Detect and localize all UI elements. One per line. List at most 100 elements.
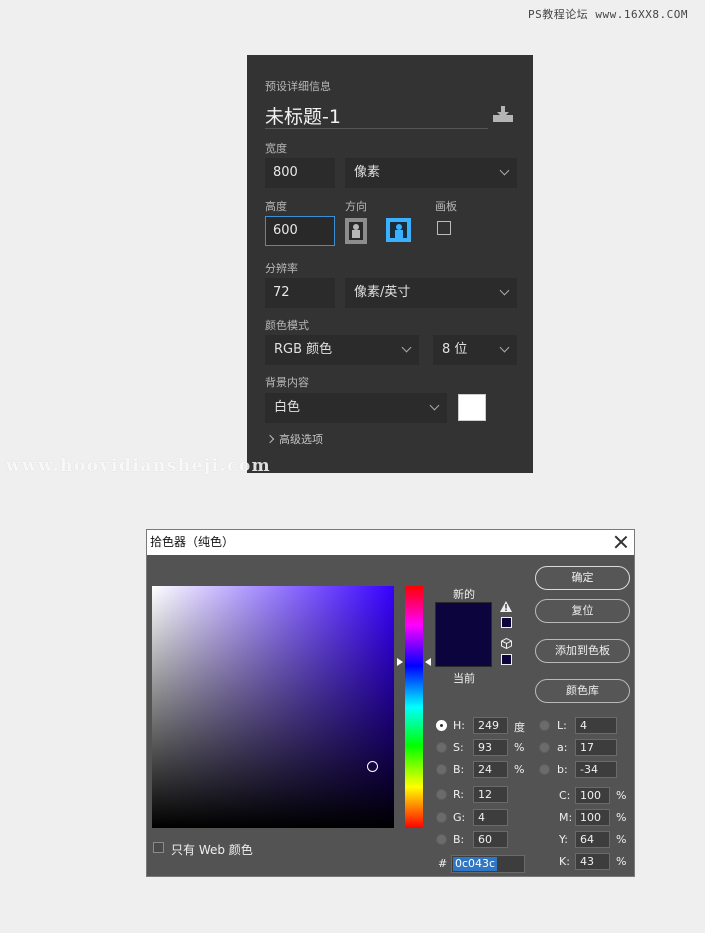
blue-input[interactable]: 60 [473, 831, 508, 848]
portrait-orientation-button[interactable] [345, 218, 367, 244]
resolution-unit-value: 像素/英寸 [354, 285, 411, 300]
blue-radio[interactable] [436, 834, 447, 845]
cyan-unit: % [616, 789, 627, 802]
hue-input[interactable]: 249 [473, 717, 508, 734]
brightness-unit: % [514, 763, 525, 776]
lab-b-radio[interactable] [539, 764, 550, 775]
brightness-label: B: [453, 763, 465, 776]
person-icon-body [352, 230, 360, 238]
lab-l-label: L: [557, 719, 567, 732]
save-preset-icon[interactable] [492, 105, 514, 123]
lab-l-input[interactable]: 4 [575, 717, 617, 734]
green-label: G: [453, 811, 466, 824]
web-safe-cube-icon[interactable] [501, 638, 512, 649]
lab-a-input[interactable]: 17 [575, 739, 617, 756]
red-radio[interactable] [436, 789, 447, 800]
color-picker-ring[interactable] [367, 761, 378, 772]
saturation-unit: % [514, 741, 525, 754]
resolution-label: 分辨率 [265, 262, 298, 275]
dialog-title: 拾色器（纯色） [150, 535, 235, 549]
blue-label: B: [453, 833, 465, 846]
preset-details-panel: 预设详细信息 未标题-1 宽度 800 像素 高度 600 方向 画板 分辨率 … [247, 55, 533, 473]
cyan-label: C: [559, 789, 571, 802]
green-input[interactable]: 4 [473, 809, 508, 826]
dialog-titlebar: 拾色器（纯色） [147, 530, 634, 555]
hex-label: # [438, 857, 448, 870]
color-mode-value: RGB 颜色 [274, 342, 333, 357]
saturation-radio[interactable] [436, 742, 447, 753]
red-input[interactable]: 12 [473, 786, 508, 803]
close-icon[interactable] [612, 533, 630, 551]
document-name-field[interactable]: 未标题-1 [265, 102, 341, 129]
bit-depth-value: 8 位 [442, 342, 468, 357]
yellow-input[interactable]: 64 [575, 831, 610, 848]
bit-depth-select[interactable]: 8 位 [433, 335, 517, 365]
saturation-label: S: [453, 741, 464, 754]
lab-b-label: b: [557, 763, 568, 776]
cyan-input[interactable]: 100 [575, 787, 610, 804]
hue-unit: 度 [514, 721, 525, 734]
preset-section-title: 预设详细信息 [265, 80, 331, 93]
yellow-label: Y: [559, 833, 568, 846]
add-to-swatches-button[interactable]: 添加到色板 [535, 639, 630, 663]
height-label: 高度 [265, 200, 287, 213]
resolution-input[interactable]: 72 [265, 278, 335, 308]
color-libraries-button[interactable]: 颜色库 [535, 679, 630, 703]
resolution-unit-select[interactable]: 像素/英寸 [345, 278, 517, 308]
magenta-input[interactable]: 100 [575, 809, 610, 826]
landscape-orientation-button[interactable] [386, 218, 411, 242]
advanced-options-toggle[interactable]: 高级选项 [265, 431, 323, 447]
hex-input[interactable]: 0c043c [451, 855, 525, 873]
green-radio[interactable] [436, 812, 447, 823]
hue-slider-left-arrow-icon[interactable] [397, 658, 403, 666]
lab-l-radio[interactable] [539, 720, 550, 731]
ok-button[interactable]: 确定 [535, 566, 630, 590]
hue-slider-right-arrow-icon[interactable] [425, 658, 431, 666]
saturation-brightness-field[interactable] [152, 586, 394, 828]
lab-a-radio[interactable] [539, 742, 550, 753]
reset-button[interactable]: 复位 [535, 599, 630, 623]
hue-radio[interactable] [436, 720, 447, 731]
brightness-input[interactable]: 24 [473, 761, 508, 778]
width-unit-select[interactable]: 像素 [345, 158, 517, 188]
out-of-gamut-warning-icon[interactable] [500, 601, 512, 612]
color-mode-label: 颜色模式 [265, 319, 309, 332]
chevron-down-icon [401, 342, 412, 353]
background-color-swatch[interactable] [458, 394, 486, 421]
lab-b-input[interactable]: -34 [575, 761, 617, 778]
black-unit: % [616, 855, 627, 868]
lab-a-label: a: [557, 741, 568, 754]
width-unit-value: 像素 [354, 165, 381, 180]
web-safe-color-swatch[interactable] [501, 654, 512, 665]
width-label: 宽度 [265, 142, 287, 155]
chevron-down-icon [499, 285, 510, 296]
web-colors-only-label: 只有 Web 颜色 [171, 843, 253, 857]
background-label: 背景内容 [265, 376, 309, 389]
hue-label: H: [453, 719, 465, 732]
red-label: R: [453, 788, 465, 801]
background-value: 白色 [274, 400, 301, 415]
chevron-right-icon [265, 434, 275, 444]
hue-slider[interactable] [405, 586, 423, 828]
watermark-middle: www.hooyidiansheji.com [6, 456, 272, 476]
yellow-unit: % [616, 833, 627, 846]
person-icon-body [395, 230, 403, 238]
width-input[interactable]: 800 [265, 158, 335, 188]
background-select[interactable]: 白色 [265, 393, 447, 423]
artboard-checkbox[interactable] [437, 221, 451, 235]
brightness-radio[interactable] [436, 764, 447, 775]
orientation-label: 方向 [345, 200, 367, 213]
saturation-input[interactable]: 93 [473, 739, 508, 756]
height-input[interactable]: 600 [265, 216, 335, 246]
black-label: K: [559, 855, 570, 868]
watermark-top: PS教程论坛 www.16XX8.COM [528, 8, 688, 21]
magenta-label: M: [559, 811, 573, 824]
color-mode-select[interactable]: RGB 颜色 [265, 335, 419, 365]
web-colors-only-checkbox[interactable] [153, 842, 164, 853]
chevron-down-icon [499, 165, 510, 176]
current-color-label: 当前 [453, 672, 475, 685]
gamut-color-swatch[interactable] [501, 617, 512, 628]
advanced-options-label: 高级选项 [279, 433, 323, 446]
new-color-swatch [435, 602, 492, 667]
black-input[interactable]: 43 [575, 853, 610, 870]
